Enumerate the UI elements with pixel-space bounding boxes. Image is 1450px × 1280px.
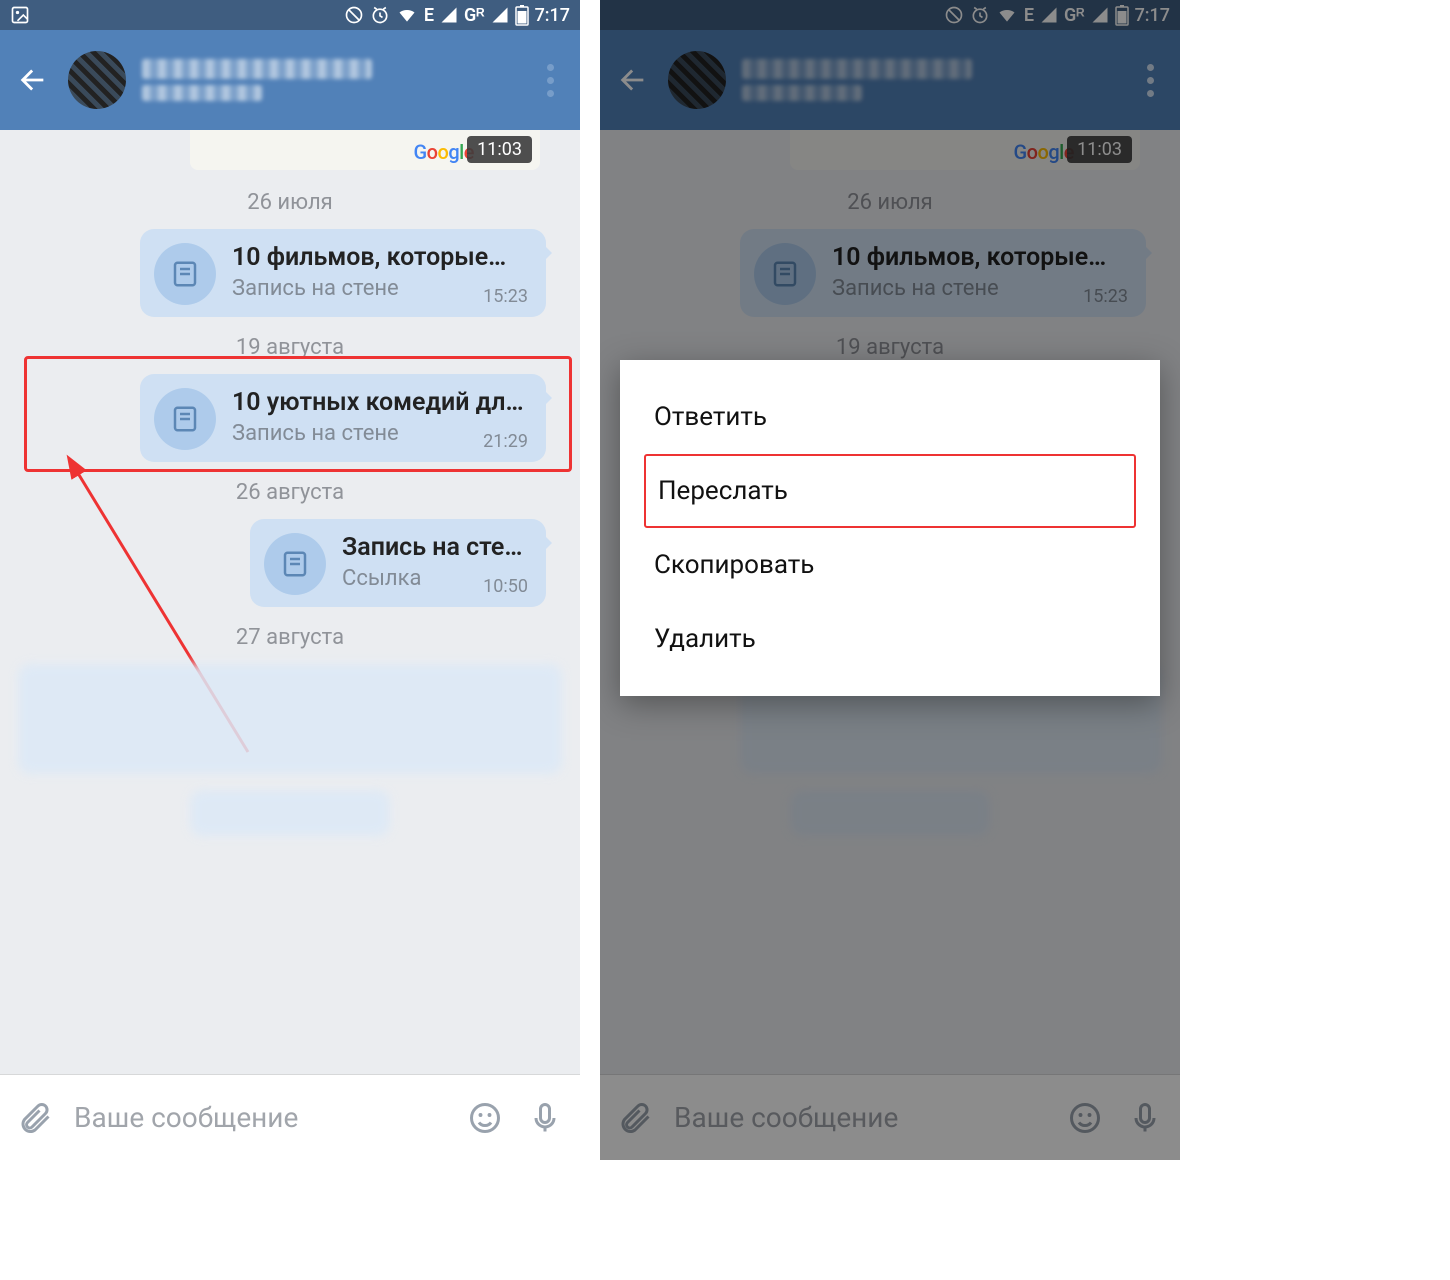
blurred-message[interactable]: [190, 790, 390, 836]
wifi-icon: [396, 5, 418, 25]
message-bubble[interactable]: Запись на стене Ссылка 10:50: [250, 519, 546, 607]
message-bubble[interactable]: 10 фильмов, которые… Запись на стене 15:…: [140, 229, 546, 317]
date-separator: 27 августа: [0, 625, 580, 650]
attach-icon[interactable]: [8, 1091, 62, 1145]
network-e-label: E: [424, 5, 434, 26]
map-time: 11:03: [467, 136, 532, 163]
message-bubble-selected[interactable]: 10 уютных комедий для… Запись на стене 2…: [140, 374, 546, 462]
message-time: 21:29: [483, 431, 528, 452]
signal-icon-2: [491, 6, 509, 24]
date-separator: 19 августа: [0, 335, 580, 360]
battery-icon: [515, 4, 529, 26]
chat-title[interactable]: [142, 59, 516, 101]
message-input-bar: Ваше сообщение: [0, 1074, 580, 1160]
image-icon: [10, 5, 30, 25]
contact-name: [142, 59, 372, 79]
contact-status: [142, 85, 262, 101]
alarm-icon: [370, 5, 390, 25]
message-time: 10:50: [483, 576, 528, 597]
message-input[interactable]: Ваше сообщение: [68, 1101, 452, 1134]
message-title: 10 фильмов, которые…: [232, 243, 530, 272]
chat-body[interactable]: Google 11:03 26 июля 10 фильмов, которые…: [0, 130, 580, 1160]
ctx-reply[interactable]: Ответить: [620, 380, 1160, 454]
ctx-delete[interactable]: Удалить: [620, 602, 1160, 676]
chat-header: [0, 30, 580, 130]
do-not-disturb-icon: [344, 5, 364, 25]
message-title: Запись на стене: [342, 533, 530, 562]
menu-button[interactable]: [532, 64, 568, 97]
mic-icon[interactable]: [518, 1091, 572, 1145]
wall-post-icon: [154, 388, 216, 450]
emoji-icon[interactable]: [458, 1091, 512, 1145]
date-separator: 26 июля: [0, 190, 580, 215]
wall-post-icon: [154, 243, 216, 305]
wall-post-icon: [264, 533, 326, 595]
message-title: 10 уютных комедий для…: [232, 388, 530, 417]
signal-icon: [440, 6, 458, 24]
phone-right: E Gᴿ 7:17 Google 11:03 26 июля: [600, 0, 1180, 1160]
date-separator: 26 августа: [0, 480, 580, 505]
blurred-message[interactable]: [18, 664, 562, 774]
network-g-label: Gᴿ: [464, 5, 485, 26]
ctx-forward[interactable]: Переслать: [644, 454, 1136, 528]
context-menu: Ответить Переслать Скопировать Удалить: [620, 360, 1160, 696]
status-bar: E Gᴿ 7:17: [0, 0, 580, 30]
google-logo: Google: [413, 140, 474, 164]
phone-left: E Gᴿ 7:17 Google 11:03 26 июля: [0, 0, 580, 1160]
status-time: 7:17: [535, 5, 570, 26]
back-button[interactable]: [12, 60, 52, 100]
ctx-copy[interactable]: Скопировать: [620, 528, 1160, 602]
message-time: 15:23: [483, 286, 528, 307]
avatar[interactable]: [68, 51, 126, 109]
